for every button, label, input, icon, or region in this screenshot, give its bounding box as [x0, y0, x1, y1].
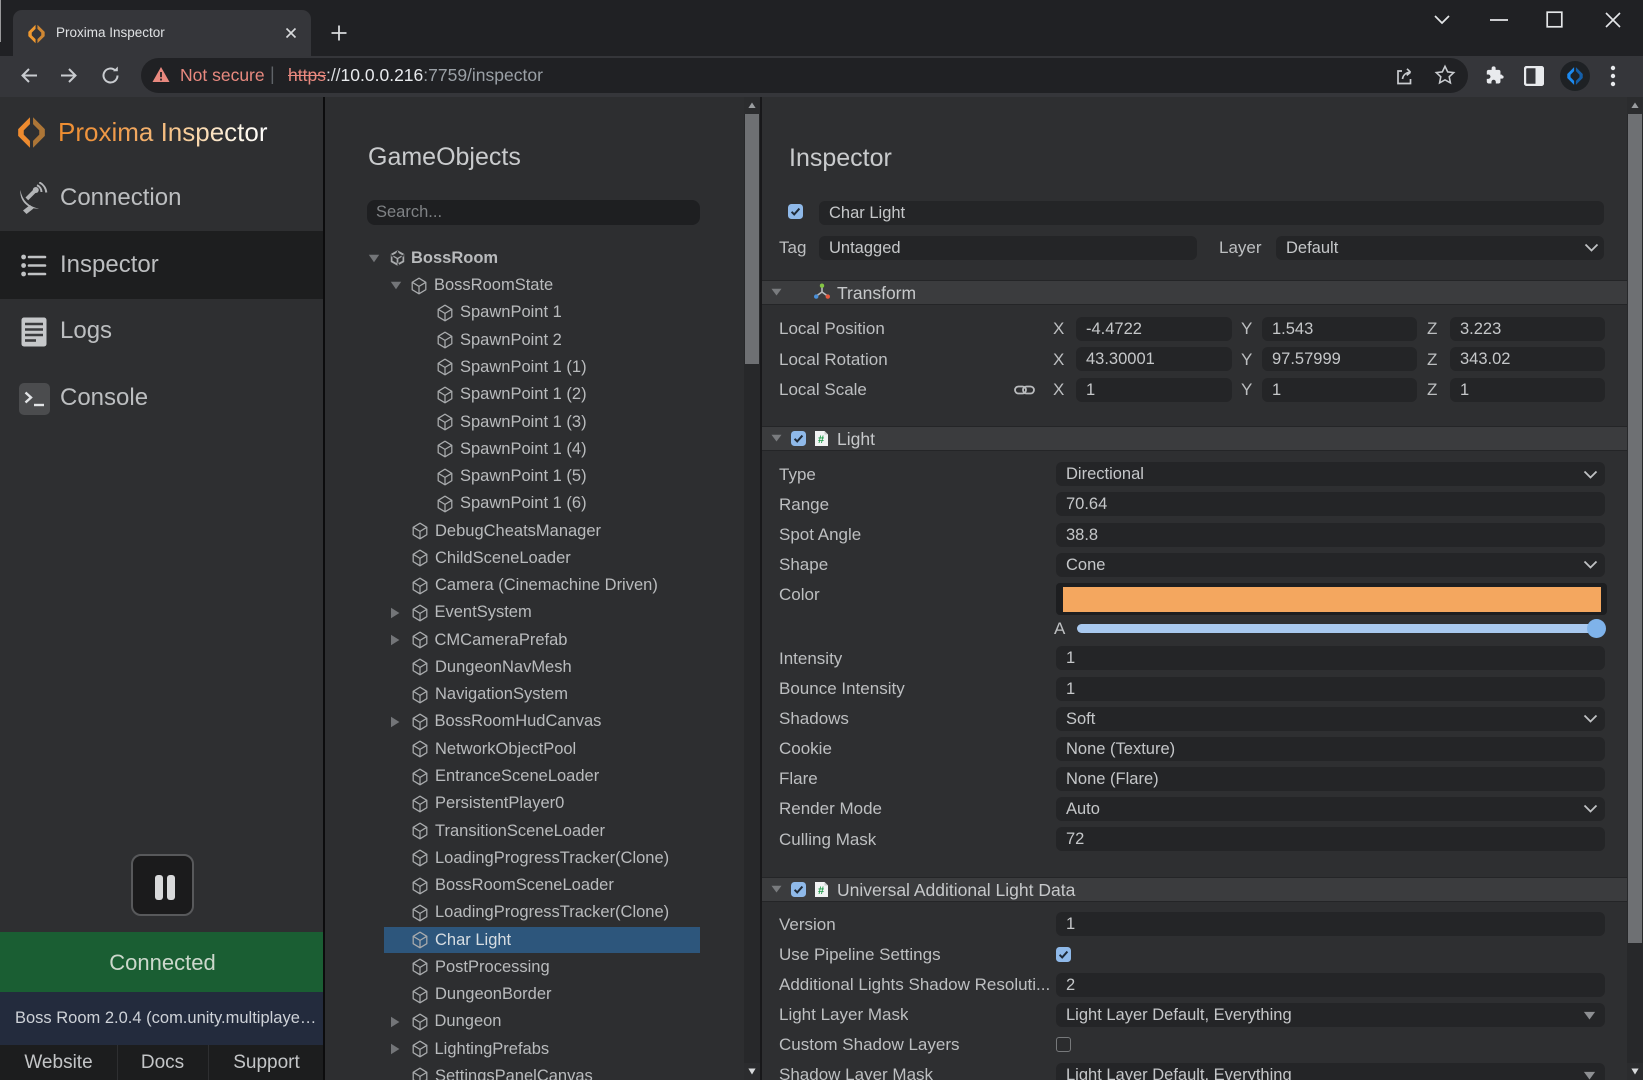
svg-text:#: #: [818, 434, 824, 446]
svg-text:#: #: [818, 885, 824, 897]
